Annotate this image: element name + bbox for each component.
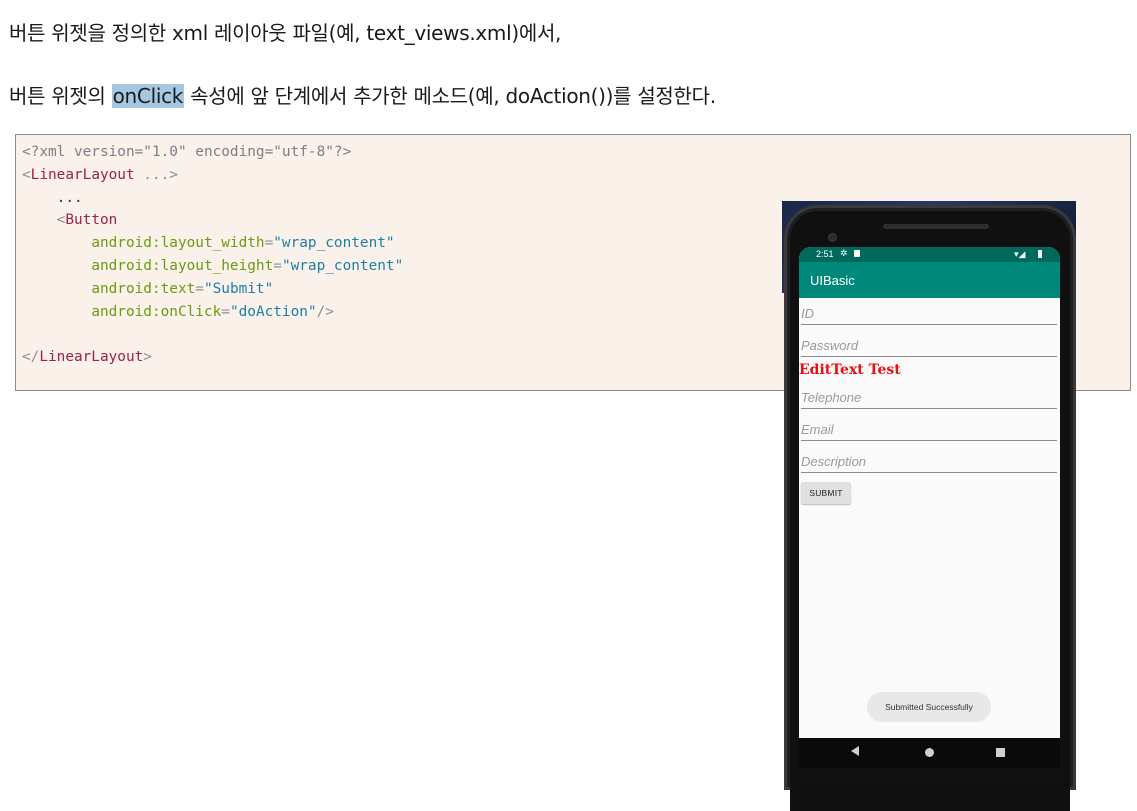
- button-tag: Button: [65, 212, 118, 229]
- recents-icon[interactable]: [996, 748, 1005, 757]
- speaker-grille: [883, 224, 989, 229]
- edittext-test-label: EditText Test: [799, 362, 901, 378]
- camera-icon: [828, 233, 837, 242]
- linearlayout-open-tag: LinearLayout: [30, 166, 135, 183]
- phone-bottom-bezel: [799, 768, 1060, 785]
- battery-icon: [1038, 250, 1042, 258]
- settings-gear-icon: ✲: [840, 248, 848, 258]
- submit-button[interactable]: SUBMIT: [801, 482, 851, 504]
- xml-declaration: <?xml version="1.0" encoding="utf-8"?>: [22, 144, 352, 160]
- back-icon[interactable]: [851, 746, 859, 756]
- description-field[interactable]: Description: [801, 449, 1057, 473]
- toast-message: Submitted Successfully: [867, 692, 991, 722]
- attr-layout-width: android:layout_width: [91, 235, 265, 252]
- instruction-line-1: 버튼 위젯을 정의한 xml 레이아웃 파일(예, text_views.xml…: [9, 21, 562, 45]
- ellipsis-line: ...: [22, 189, 83, 206]
- attr-layout-height: android:layout_height: [91, 257, 274, 274]
- instruction-line-2-suffix: 속성에 앞 단계에서 추가한 메소드(예, doAction())를 설정한다.: [184, 84, 716, 108]
- wifi-signal-icon: ▾◢: [1014, 249, 1026, 259]
- sd-card-icon: [854, 250, 860, 257]
- onclick-highlight: onClick: [111, 84, 185, 108]
- phone-screen: 2:51 ✲ ▾◢ UIBasic ID Password EditText T…: [799, 247, 1060, 768]
- instruction-line-2-prefix: 버튼 위젯의: [9, 84, 112, 108]
- email-field[interactable]: Email: [801, 417, 1057, 441]
- attr-text: android:text: [91, 280, 196, 297]
- telephone-field[interactable]: Telephone: [801, 385, 1057, 409]
- home-icon[interactable]: [925, 748, 934, 757]
- app-title: UIBasic: [810, 273, 855, 288]
- nav-bar: [799, 738, 1060, 768]
- app-bar: UIBasic: [799, 262, 1060, 298]
- linearlayout-close-tag: LinearLayout: [39, 349, 144, 366]
- attr-onclick: android:onClick: [91, 303, 222, 320]
- id-field[interactable]: ID: [801, 301, 1057, 325]
- status-time: 2:51: [816, 249, 834, 259]
- status-bar: 2:51 ✲ ▾◢: [799, 247, 1060, 262]
- password-field[interactable]: Password: [801, 333, 1057, 357]
- instruction-line-2: 버튼 위젯의 onClick 속성에 앞 단계에서 추가한 메소드(예, doA…: [9, 80, 716, 109]
- xml-code: <?xml version="1.0" encoding="utf-8"?> <…: [22, 144, 404, 366]
